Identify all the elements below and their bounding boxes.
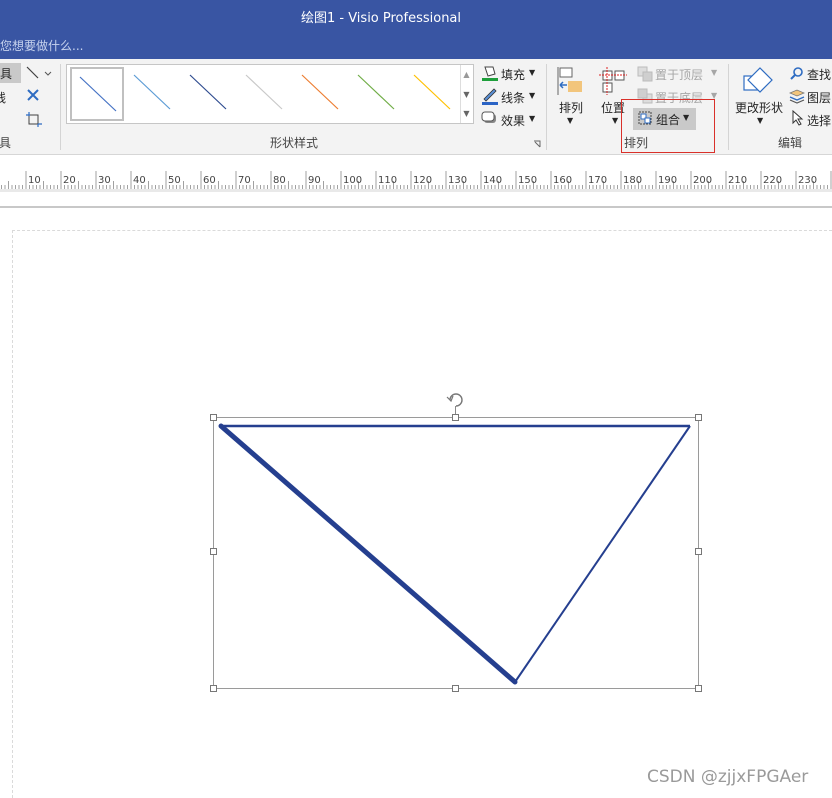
watermark: CSDN @zjjxFPGAer (647, 767, 809, 787)
handle-bottom-left (210, 685, 217, 692)
handle-middle-right (695, 548, 702, 555)
handle-top-left (210, 414, 217, 421)
handle-middle-left (210, 548, 217, 555)
drawing-shapes[interactable] (0, 0, 832, 798)
triangle-right-edge[interactable] (514, 425, 691, 683)
rotation-handle-icon[interactable] (446, 393, 463, 414)
handle-bottom-middle (452, 685, 459, 692)
triangle-left-edge[interactable] (218, 423, 518, 685)
handle-top-middle (452, 414, 459, 421)
handle-bottom-right (695, 685, 702, 692)
selection-box (213, 417, 699, 689)
handle-top-right (695, 414, 702, 421)
selection-handles[interactable] (210, 414, 702, 692)
